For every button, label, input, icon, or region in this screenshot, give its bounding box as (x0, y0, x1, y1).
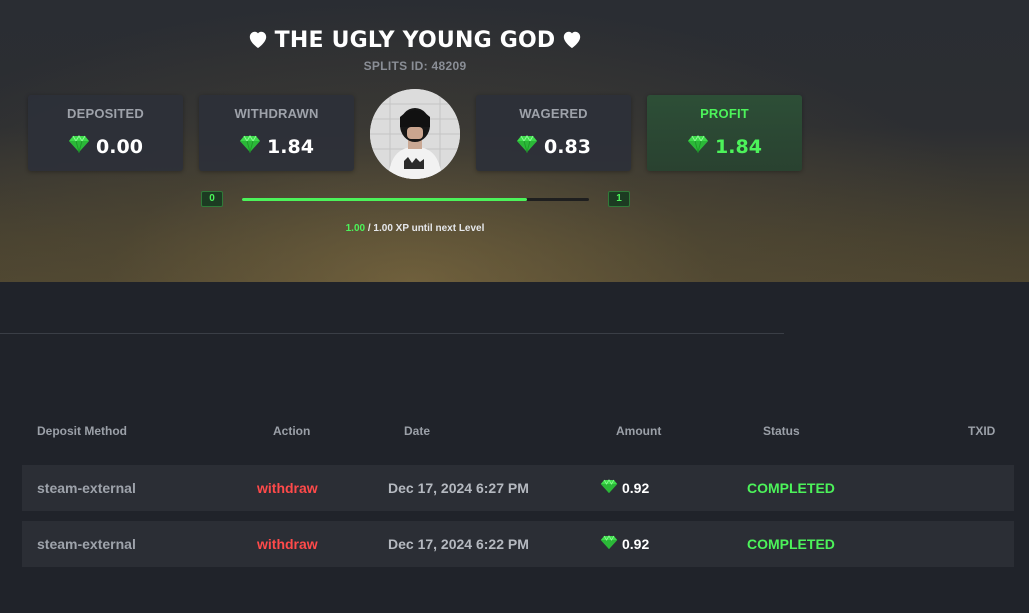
current-level-badge: 0 (201, 191, 223, 207)
next-level-badge: 1 (608, 191, 630, 207)
th-deposit-method: Deposit Method (37, 424, 127, 438)
th-amount: Amount (616, 424, 662, 438)
xp-progress-fill (242, 198, 527, 201)
gem-icon (239, 135, 261, 158)
stat-value-row: 1.84 (199, 135, 354, 158)
stat-label: WITHDRAWN (234, 106, 319, 121)
gem-icon (516, 135, 538, 158)
th-status: Status (763, 424, 800, 438)
avatar (370, 89, 460, 179)
cell-action: withdraw (257, 536, 318, 552)
th-date: Date (404, 424, 431, 438)
th-txid: TXID (968, 424, 996, 438)
table-row[interactable]: steam-external withdraw Dec 17, 2024 6:2… (22, 521, 1014, 567)
stat-value-row: 0.00 (28, 135, 183, 158)
xp-progress-bar (242, 198, 589, 201)
xp-current: 1.00 (345, 223, 366, 234)
amount-value: 0.92 (622, 536, 650, 552)
gem-icon (600, 479, 618, 497)
profile-header: THE UGLY YOUNG GOD SPLITS ID: 48209 DEPO… (0, 0, 1029, 282)
gem-icon (600, 535, 618, 553)
heart-icon (561, 29, 583, 55)
table-row[interactable]: steam-external withdraw Dec 17, 2024 6:2… (22, 465, 1014, 511)
stat-deposited: DEPOSITED 0.00 (28, 95, 183, 171)
stat-value: 0.83 (544, 135, 591, 158)
stat-value: 1.84 (715, 135, 762, 158)
cell-action: withdraw (257, 480, 318, 496)
cell-date: Dec 17, 2024 6:27 PM (388, 480, 529, 496)
gem-icon (68, 135, 90, 158)
stat-label: DEPOSITED (67, 106, 144, 121)
stat-value: 1.84 (267, 135, 314, 158)
gem-icon (687, 135, 709, 158)
cell-amount: 0.92 (600, 535, 649, 553)
heart-icon (247, 29, 269, 55)
stat-label: PROFIT (700, 106, 749, 121)
splits-id: SPLITS ID: 48209 (363, 59, 467, 73)
stat-profit: PROFIT 1.84 (647, 95, 802, 171)
stat-withdrawn: WITHDRAWN 1.84 (199, 95, 354, 171)
cell-status: COMPLETED (747, 480, 835, 496)
section-divider (0, 333, 784, 334)
xp-status: 1.00 / 1.00 XP until next Level (0, 223, 830, 234)
cell-date: Dec 17, 2024 6:22 PM (388, 536, 529, 552)
profile-name: THE UGLY YOUNG GOD (274, 28, 556, 53)
cell-method: steam-external (37, 480, 136, 496)
amount-value: 0.92 (622, 480, 650, 496)
stat-label: WAGERED (519, 106, 588, 121)
th-action: Action (273, 424, 311, 438)
stat-value-row: 1.84 (647, 135, 802, 158)
stat-wagered: WAGERED 0.83 (476, 95, 631, 171)
table-header: Deposit Method Action Date Amount Status… (0, 424, 1029, 440)
cell-amount: 0.92 (600, 479, 649, 497)
stat-value: 0.00 (96, 135, 143, 158)
cell-method: steam-external (37, 536, 136, 552)
cell-status: COMPLETED (747, 536, 835, 552)
xp-remaining-text: / 1.00 XP until next Level (365, 223, 485, 234)
stat-value-row: 0.83 (476, 135, 631, 158)
profile-title: THE UGLY YOUNG GOD (0, 28, 830, 55)
